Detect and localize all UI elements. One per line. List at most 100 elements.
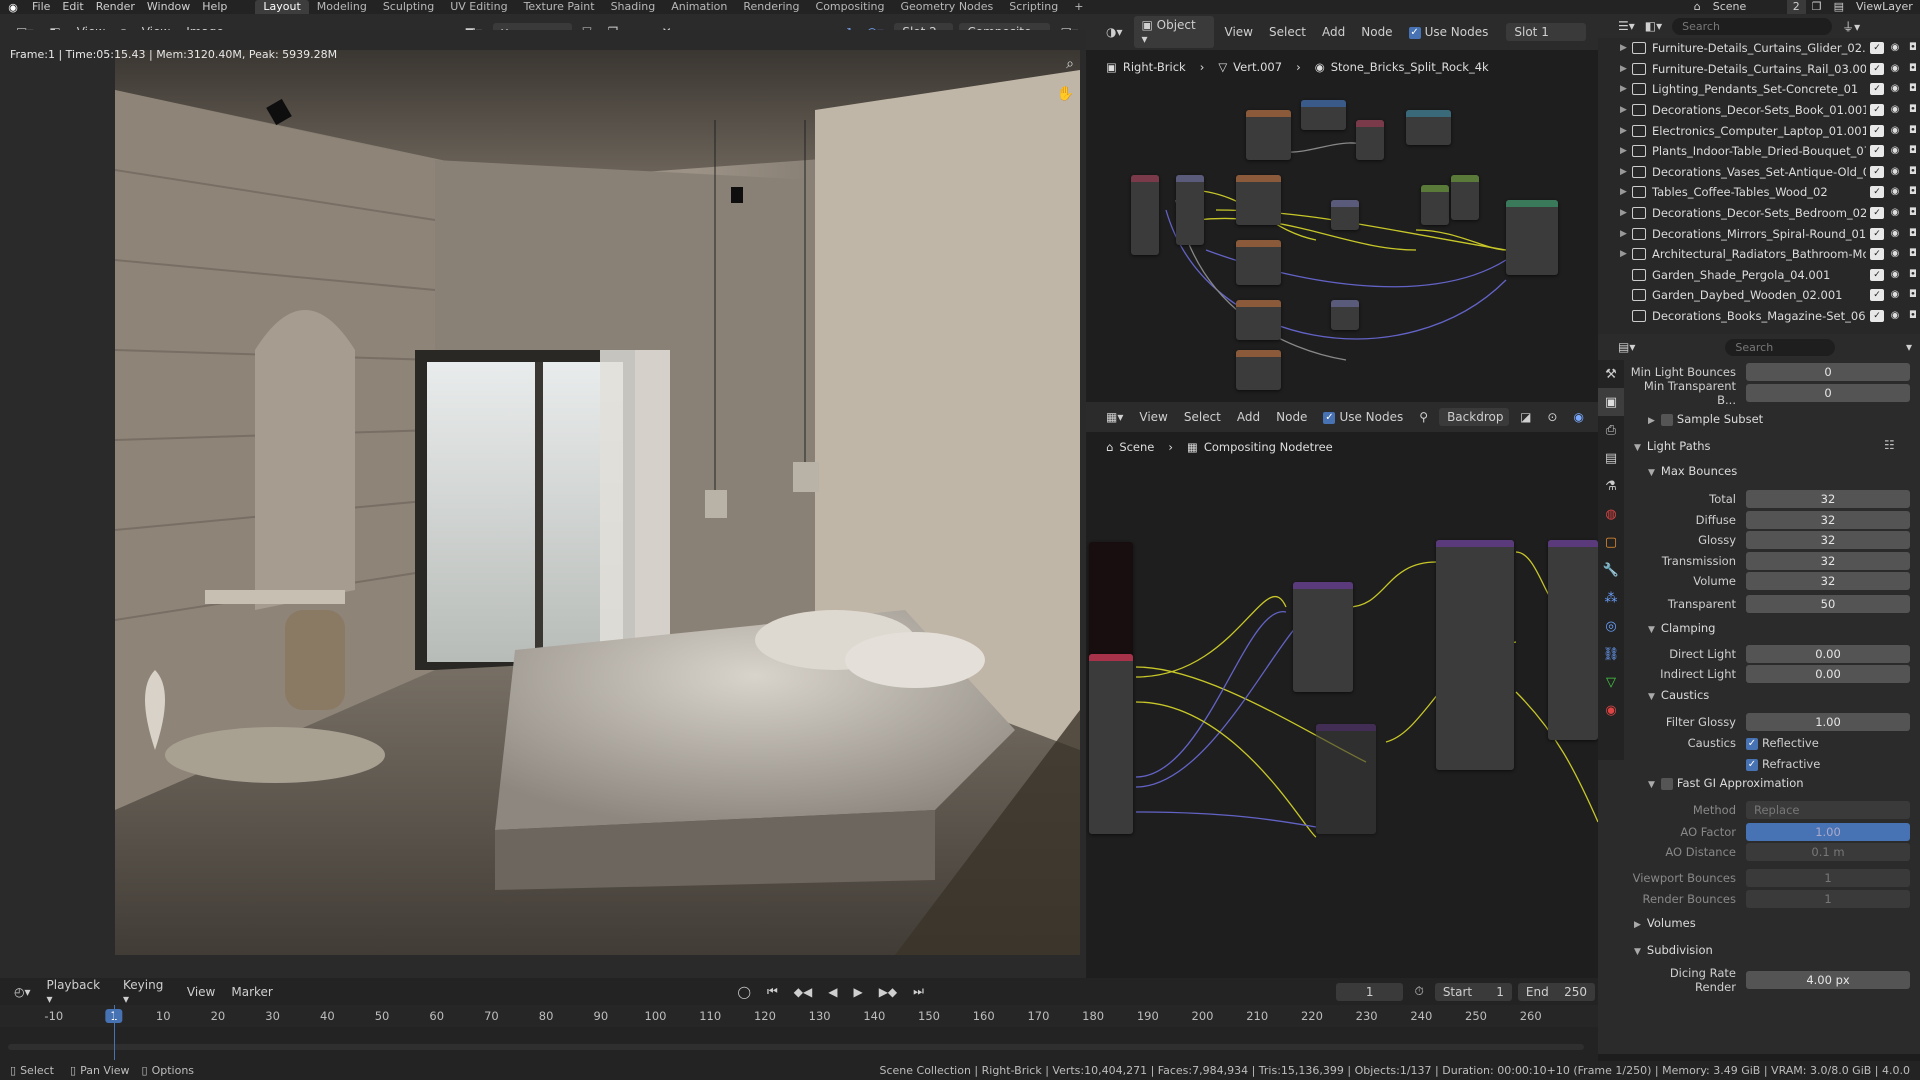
play-icon[interactable]: ▶ [847,983,868,1001]
outliner-item[interactable]: ▶ Decorations_Decor-Sets_Book_01.001 ✓ ◉ ◘ [1598,100,1920,121]
play-reverse-icon[interactable]: ◀ [822,983,843,1001]
timeline-view-menu[interactable]: View [181,983,221,1001]
camera-icon[interactable]: ◘ [1906,289,1920,301]
direct-light-field[interactable]: 0.00 [1746,645,1910,663]
eye-icon[interactable]: ◉ [1888,207,1902,219]
menu-window[interactable]: Window [141,0,196,14]
outliner-item[interactable]: ▶ Furniture-Details_Curtains_Rail_03.001 ✓… [1598,59,1920,80]
indirect-light-field[interactable]: 0.00 [1746,665,1910,683]
exclude-checkbox-icon[interactable]: ✓ [1870,186,1884,199]
add-workspace-icon[interactable]: + [1066,0,1091,14]
render-tab-icon[interactable]: ▣ [1598,388,1624,416]
shader-node[interactable] [1301,100,1346,130]
ao-distance-field[interactable]: 0.1 m [1746,843,1910,861]
timeline-scrollbar[interactable] [8,1044,1584,1050]
view-layer-name[interactable]: ViewLayer [1850,0,1920,14]
material-tab-icon[interactable]: ◉ [1598,696,1624,724]
zoom-icon[interactable]: ⌕ [1066,56,1074,72]
outliner-search-input[interactable]: Search [1672,17,1833,35]
principled-bsdf-node[interactable] [1506,200,1558,275]
volume-bounces-field[interactable]: 32 [1746,572,1910,590]
shader-node[interactable] [1236,175,1281,225]
timeline-editor-type-icon[interactable]: ◴▾ [8,983,37,1001]
eye-icon[interactable]: ◉ [1888,63,1902,75]
backdrop-channels-icon[interactable]: ◪ [1514,408,1537,426]
properties-editor-type-icon[interactable]: ▤▾ [1618,340,1635,354]
comp-use-nodes-checkbox[interactable]: ✓ Use Nodes [1317,408,1409,426]
shader-select-menu[interactable]: Select [1263,23,1312,41]
render-layers-node[interactable] [1089,654,1133,834]
outliner-item[interactable]: ▶ Tables_Coffee-Tables_Wood_02 ✓ ◉ ◘ [1598,182,1920,203]
menu-render[interactable]: Render [90,0,141,14]
camera-icon[interactable]: ◘ [1906,83,1920,95]
shader-node[interactable] [1331,300,1359,330]
transmission-bounces-field[interactable]: 32 [1746,552,1910,570]
outliner-item[interactable]: ▶ Furniture-Details_Curtains_Glider_02.00… [1598,38,1920,59]
compositor-editor-type-icon[interactable]: ▦▾ [1100,408,1129,426]
camera-icon[interactable]: ◘ [1906,207,1920,219]
scene-icon[interactable]: ⌂ [1688,0,1707,14]
denoise-node-muted[interactable] [1316,724,1376,834]
camera-icon[interactable]: ◘ [1906,63,1920,75]
comp-add-menu[interactable]: Add [1231,408,1266,426]
comp-node-menu[interactable]: Node [1270,408,1313,426]
shader-node[interactable] [1451,175,1479,220]
outliner-item[interactable]: ▶ Lighting_Pendants_Set-Concrete_01 ✓ ◉ ◘ [1598,79,1920,100]
max-bounces-header[interactable]: ▼ Max Bounces [1648,464,1737,478]
filter-glossy-field[interactable]: 1.00 [1746,713,1910,731]
list-icon[interactable]: ☷ [1884,438,1895,452]
exclude-checkbox-icon[interactable]: ✓ [1870,83,1884,96]
glare-node-2[interactable] [1548,540,1598,740]
display-mode-icon[interactable]: ◧▾ [1645,19,1662,33]
shader-node-menu[interactable]: Node [1355,23,1398,41]
method-dropdown[interactable]: Replace [1746,801,1910,819]
menu-edit[interactable]: Edit [56,0,89,14]
tab-scripting[interactable]: Scripting [1001,0,1066,14]
blender-logo-icon[interactable]: ◉ [6,0,20,14]
exclude-checkbox-icon[interactable]: ✓ [1870,289,1884,302]
eye-icon[interactable]: ◉ [1888,248,1902,260]
camera-icon[interactable]: ◘ [1906,145,1920,157]
camera-icon[interactable]: ◘ [1906,310,1920,322]
eye-icon[interactable]: ◉ [1888,125,1902,137]
chevron-right-icon[interactable]: ▶ [1620,126,1632,136]
exclude-checkbox-icon[interactable]: ✓ [1870,248,1884,261]
output-tab-icon[interactable]: ⎙ [1598,416,1624,444]
shader-node[interactable] [1331,200,1359,230]
render-viewport[interactable]: ⌕ ✋ [0,30,1086,978]
jump-start-icon[interactable]: ⏮ [761,982,784,1001]
shader-node[interactable] [1236,350,1281,390]
particles-tab-icon[interactable]: ⁂ [1598,584,1624,612]
current-frame-field[interactable]: 1 [1335,982,1404,1001]
filter-icon[interactable]: ⏚▾ [1842,18,1860,35]
eye-icon[interactable]: ◉ [1888,145,1902,157]
scene-name[interactable]: Scene [1707,0,1787,14]
start-frame-field[interactable]: Start 1 [1434,982,1512,1001]
camera-icon[interactable]: ◘ [1906,104,1920,116]
comp-select-menu[interactable]: Select [1178,408,1227,426]
reflective-checkbox[interactable]: ✓ Reflective [1746,736,1819,750]
shader-node[interactable] [1176,175,1204,245]
shader-node[interactable] [1236,240,1281,285]
volumes-header[interactable]: ▶ Volumes [1634,916,1696,930]
chevron-right-icon[interactable]: ▶ [1620,187,1632,197]
render-bounces-field[interactable]: 1 [1746,890,1910,908]
material-slot-dropdown[interactable]: Slot 1 [1506,23,1587,41]
outliner-item[interactable]: ▶ Decorations_Decor-Sets_Bedroom_02.0 ✓ ◉ ◘ [1598,203,1920,224]
eye-icon[interactable]: ◉ [1888,289,1902,301]
chevron-right-icon[interactable]: ▶ [1620,64,1632,74]
shader-node[interactable] [1356,120,1384,160]
next-keyframe-icon[interactable]: ▶◆ [873,983,903,1001]
modifier-tab-icon[interactable]: 🔧 [1598,556,1624,584]
record-icon[interactable]: ◯ [732,983,757,1001]
tab-layout[interactable]: Layout [255,0,309,14]
viewport-bounces-field[interactable]: 1 [1746,869,1910,887]
comp-view-menu[interactable]: View [1133,408,1173,426]
exclude-checkbox-icon[interactable]: ✓ [1870,104,1884,117]
shader-node[interactable] [1131,175,1159,255]
tab-animation[interactable]: Animation [663,0,735,14]
outliner-item[interactable]: ▶ Plants_Indoor-Table_Dried-Bouquet_07 ✓ ◉ ◘ [1598,141,1920,162]
tab-uv-editing[interactable]: UV Editing [442,0,515,14]
data-tab-icon[interactable]: ▽ [1598,668,1624,696]
min-light-bounces-field[interactable]: 0 [1746,363,1910,381]
